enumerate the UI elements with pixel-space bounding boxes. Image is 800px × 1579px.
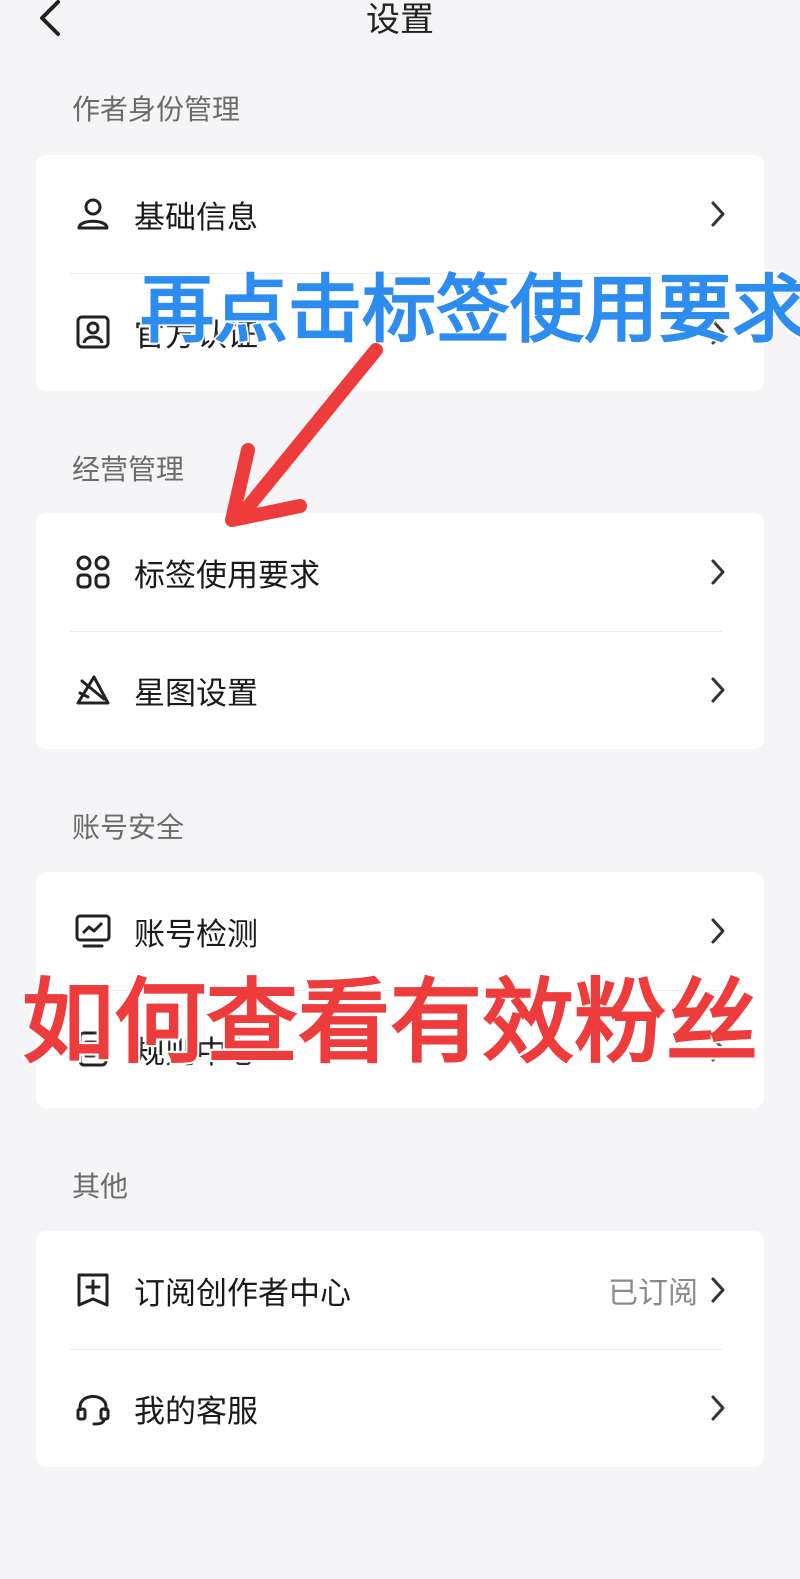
nav-bar: 设置 (0, 0, 800, 44)
star-map-icon (74, 671, 112, 709)
id-badge-icon (74, 313, 112, 351)
settings-row-customer-service[interactable]: 我的客服 (36, 1349, 764, 1467)
headset-icon (74, 1389, 112, 1427)
section-title-other: 其他 (72, 1170, 129, 1203)
chevron-right-icon (710, 558, 726, 586)
plus-bookmark-icon (74, 1271, 112, 1309)
settings-row-star-map[interactable]: 星图设置 (36, 631, 764, 749)
user-icon (74, 195, 112, 233)
chevron-right-icon (710, 1394, 726, 1422)
row-label: 账号检测 (134, 916, 258, 953)
chevron-right-icon (710, 917, 726, 945)
settings-row-tag-requirements[interactable]: 标签使用要求 (36, 513, 764, 631)
subscription-status: 已订阅 (608, 1276, 698, 1311)
row-label: 订阅创作者中心 (134, 1275, 351, 1312)
section-title-account-security: 账号安全 (72, 811, 185, 844)
chevron-right-icon (710, 1276, 726, 1304)
row-label: 标签使用要求 (134, 557, 320, 594)
card-other: 订阅创作者中心 已订阅 我的客服 (36, 1231, 764, 1467)
row-label: 我的客服 (134, 1393, 258, 1430)
red-arrow-icon (225, 343, 383, 527)
page-title: 设置 (366, 0, 434, 40)
grid-icon (74, 553, 112, 591)
overlay-caption-red: 如何查看有效粉丝 (20, 967, 760, 1078)
monitor-chart-icon (74, 912, 112, 950)
chevron-right-icon (710, 676, 726, 704)
section-title-business: 经营管理 (72, 453, 185, 486)
card-business: 标签使用要求 星图设置 (36, 513, 764, 749)
section-title-author-identity: 作者身份管理 (72, 93, 241, 126)
row-label: 基础信息 (134, 199, 258, 236)
row-label: 星图设置 (134, 675, 258, 712)
settings-row-subscribe-creator-center[interactable]: 订阅创作者中心 已订阅 (36, 1231, 764, 1349)
chevron-right-icon (710, 200, 726, 228)
